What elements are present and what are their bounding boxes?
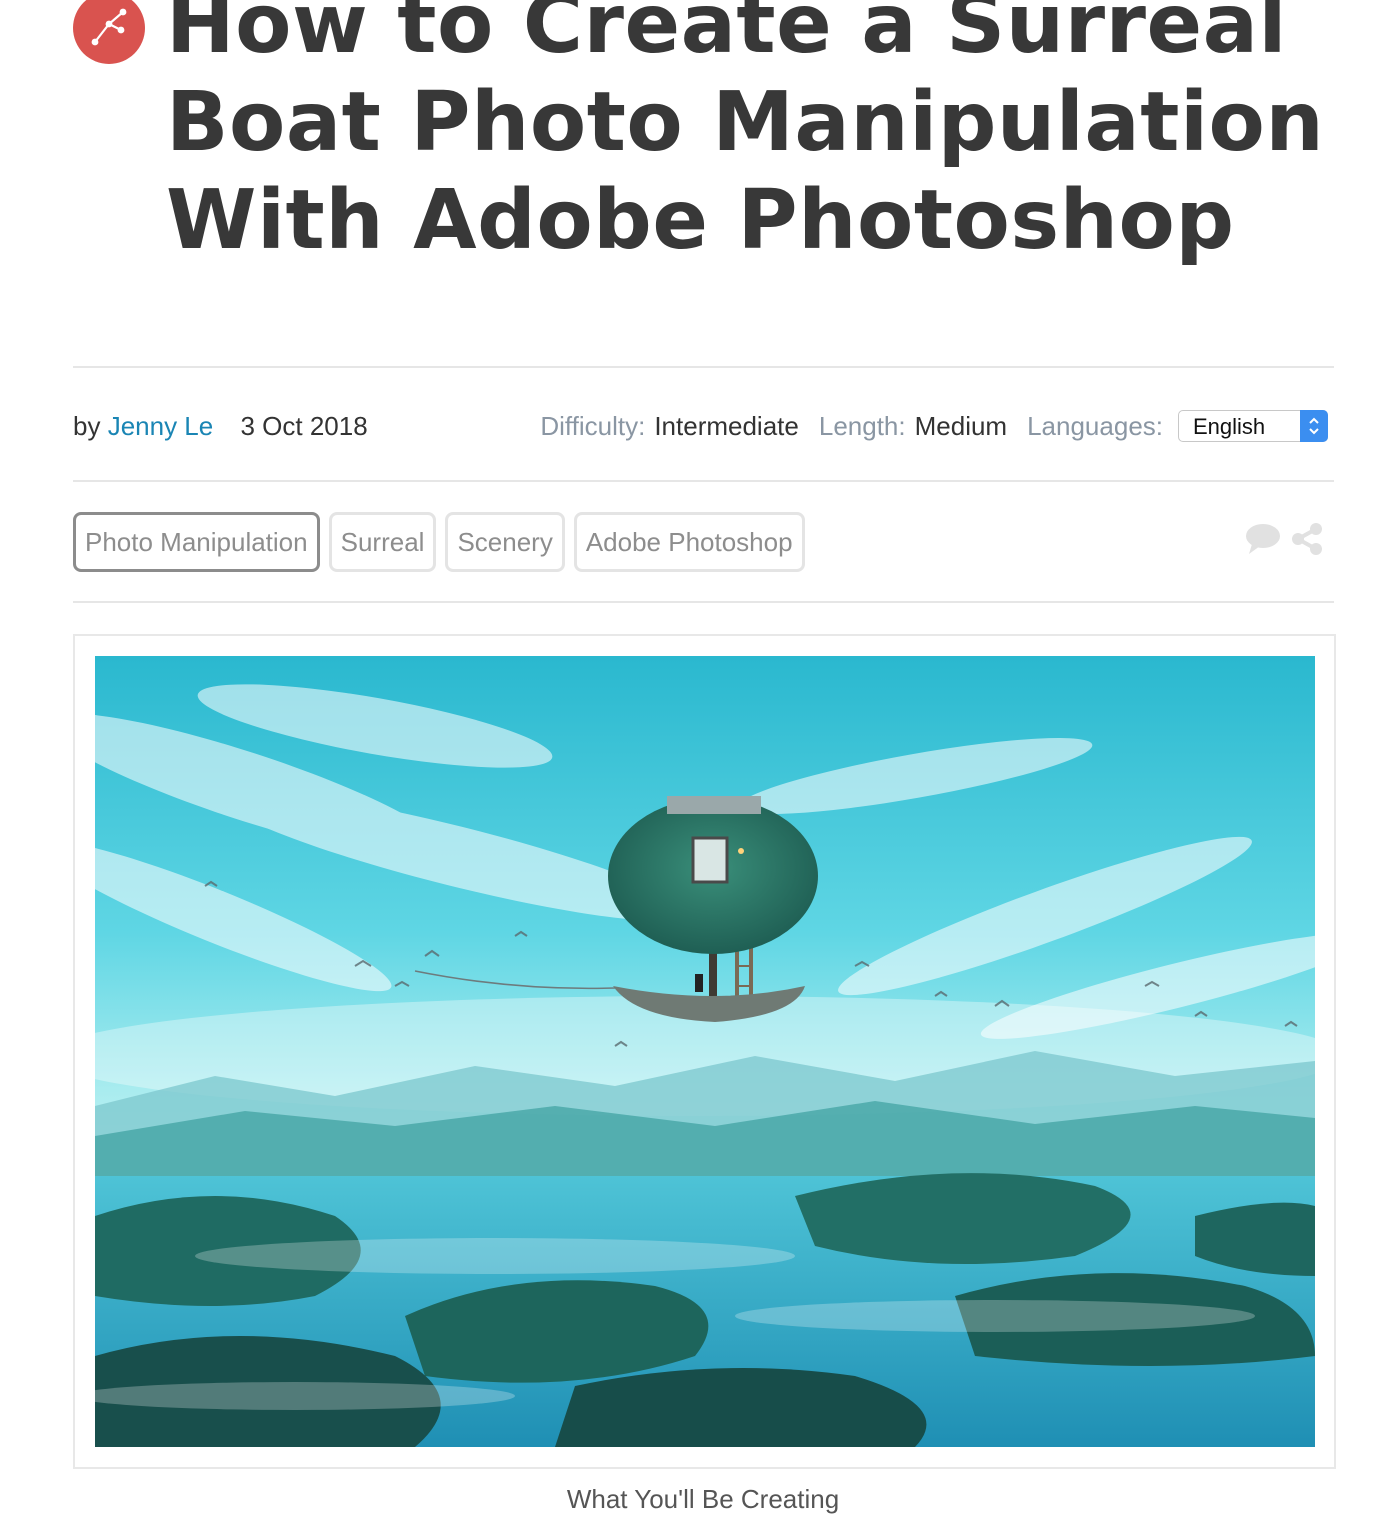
share-icon[interactable] bbox=[1290, 522, 1324, 561]
hero-caption: What You'll Be Creating bbox=[566, 1484, 840, 1514]
select-arrows-icon bbox=[1300, 410, 1328, 442]
comment-icon[interactable] bbox=[1244, 522, 1282, 561]
difficulty-value: Intermediate bbox=[654, 411, 799, 441]
divider bbox=[73, 366, 1334, 368]
tag-surreal[interactable]: Surreal bbox=[328, 512, 437, 572]
page-title: How to Create a Surreal Boat Photo Manip… bbox=[166, 0, 1325, 268]
vector-node-icon bbox=[87, 4, 131, 53]
byline: by Jenny Le 3 Oct 2018 bbox=[73, 404, 368, 448]
publish-date: 3 Oct 2018 bbox=[240, 411, 368, 441]
tag-photo-manipulation[interactable]: Photo Manipulation bbox=[73, 512, 320, 572]
language-selected-value: English bbox=[1193, 414, 1266, 439]
tag-adobe-photoshop[interactable]: Adobe Photoshop bbox=[573, 512, 805, 572]
difficulty-label: Difficulty: bbox=[540, 411, 646, 441]
divider bbox=[73, 601, 1334, 603]
category-badge[interactable] bbox=[73, 0, 145, 64]
byline-prefix: by bbox=[73, 411, 101, 441]
length-label: Length: bbox=[818, 411, 906, 441]
author-link[interactable]: Jenny Le bbox=[108, 411, 214, 441]
social-actions bbox=[1244, 522, 1324, 561]
length-value: Medium bbox=[914, 411, 1008, 441]
tutorial-details: Difficulty: Intermediate Length: Medium … bbox=[540, 404, 1328, 448]
hero-image bbox=[95, 656, 1315, 1447]
tutorial-page: How to Create a Surreal Boat Photo Manip… bbox=[0, 0, 1390, 1518]
hero-image-frame bbox=[73, 634, 1336, 1469]
article-meta: by Jenny Le 3 Oct 2018 Difficulty: Inter… bbox=[73, 404, 1334, 448]
languages-label: Languages: bbox=[1027, 411, 1163, 441]
tag-list: Photo Manipulation Surreal Scenery Adobe… bbox=[73, 512, 805, 572]
tag-scenery[interactable]: Scenery bbox=[445, 512, 565, 572]
language-select[interactable]: English bbox=[1178, 410, 1328, 442]
divider bbox=[73, 480, 1334, 482]
